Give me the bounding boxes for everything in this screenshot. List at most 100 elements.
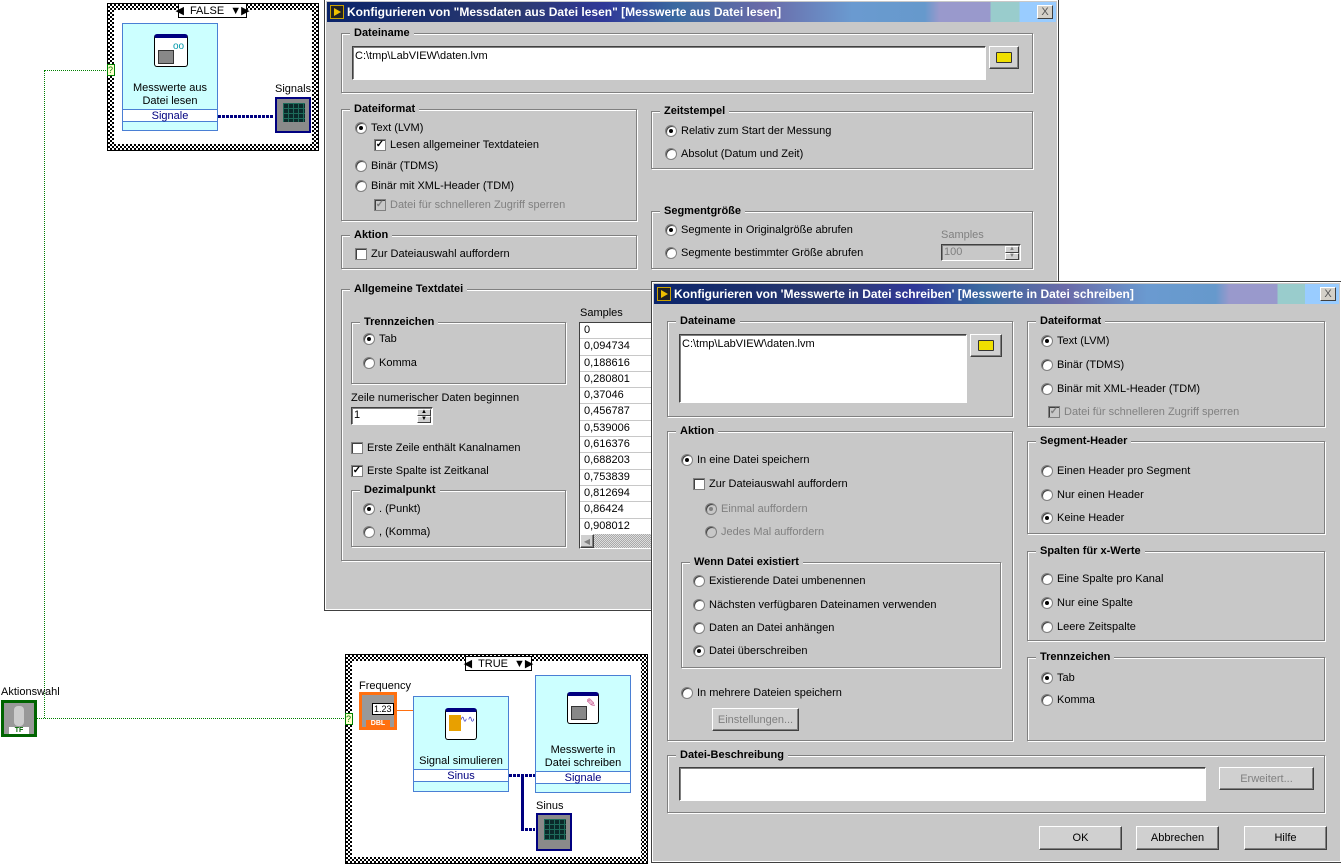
node-input-signale[interactable]: Signale xyxy=(536,771,630,784)
horizontal-scrollbar[interactable]: ◀ xyxy=(580,534,658,548)
checkbox-general-text[interactable]: ✓ Lesen allgemeiner Textdateien xyxy=(374,138,539,152)
help-button[interactable]: Hilfe xyxy=(1244,826,1327,850)
checkbox[interactable] xyxy=(355,248,367,260)
spin-buttons[interactable]: ▲ ▼ xyxy=(417,409,431,423)
ok-button[interactable]: OK xyxy=(1039,826,1122,850)
checkbox-prompt-file[interactable]: Zur Dateiauswahl auffordern xyxy=(693,477,848,491)
radio-binary-tdms[interactable]: Binär (TDMS) xyxy=(355,159,438,173)
case-selector[interactable]: ◀ TRUE ▼▶ xyxy=(464,656,533,671)
radio-column-per-channel[interactable]: Eine Spalte pro Kanal xyxy=(1041,572,1163,586)
radio-button[interactable] xyxy=(693,575,705,587)
radio-button[interactable] xyxy=(1041,512,1053,524)
radio-absolute-time[interactable]: Absolut (Datum und Zeit) xyxy=(665,147,803,161)
browse-button[interactable] xyxy=(989,46,1019,69)
checkbox[interactable]: ✓ xyxy=(351,465,363,477)
radio-header-one[interactable]: Nur einen Header xyxy=(1041,488,1144,502)
radio-punkt[interactable]: . (Punkt) xyxy=(363,502,421,516)
radio-button[interactable] xyxy=(363,503,375,515)
radio-button[interactable] xyxy=(665,247,677,259)
close-button[interactable]: X xyxy=(1320,287,1336,301)
radio-button[interactable] xyxy=(355,160,367,172)
waveform-graph-indicator[interactable] xyxy=(274,96,312,134)
checkbox[interactable] xyxy=(351,442,363,454)
samples-table-cell[interactable]: 0,094734 xyxy=(580,339,658,356)
radio-button[interactable] xyxy=(1041,335,1053,347)
samples-table[interactable]: 0 0,094734 0,188616 0,280801 0,37046 0,456787… xyxy=(579,322,659,549)
radio-button[interactable] xyxy=(1041,383,1053,395)
title-bar[interactable]: Konfigurieren von 'Messwerte in Datei sc… xyxy=(654,284,1339,304)
samples-table-cell[interactable]: 0,688203 xyxy=(580,453,658,470)
radio-button[interactable] xyxy=(363,357,375,369)
browse-button[interactable] xyxy=(970,334,1002,357)
case-structure-false[interactable]: ◀ FALSE ▼▶ ? oo Messwerte aus Datei lesen … xyxy=(107,3,319,151)
radio-button[interactable] xyxy=(1041,597,1053,609)
radio-empty-time-column[interactable]: Leere Zeitspalte xyxy=(1041,620,1136,634)
checkbox-prompt-file[interactable]: Zur Dateiauswahl auffordern xyxy=(355,247,510,261)
dropdown-icon[interactable]: ▼▶ xyxy=(514,657,533,670)
checkbox[interactable]: ✓ xyxy=(374,139,386,151)
radio-overwrite[interactable]: Datei überschreiben xyxy=(693,644,807,658)
node-output-sinus[interactable]: Sinus xyxy=(414,769,508,782)
write-measurements-node[interactable]: ✎ Messwerte in Datei schreiben Signale xyxy=(535,675,631,793)
radio-next-name[interactable]: Nächsten verfügbaren Dateinamen verwende… xyxy=(693,598,936,612)
prev-case-icon[interactable]: ◀ xyxy=(175,4,183,17)
radio-tab[interactable]: Tab xyxy=(363,332,397,346)
radio-button[interactable] xyxy=(1041,694,1053,706)
filename-input[interactable]: C:\tmp\LabVIEW\daten.lvm xyxy=(352,46,986,80)
prev-case-icon[interactable]: ◀ xyxy=(464,657,472,670)
samples-table-cell[interactable]: 0,753839 xyxy=(580,470,658,486)
radio-text-lvm[interactable]: Text (LVM) xyxy=(355,121,423,135)
checkbox[interactable] xyxy=(693,478,705,490)
radio-button[interactable] xyxy=(1041,672,1053,684)
radio-rename[interactable]: Existierende Datei umbenennen xyxy=(693,574,866,588)
radio-komma[interactable]: Komma xyxy=(1041,693,1095,707)
radio-button[interactable] xyxy=(1041,621,1053,633)
samples-table-cell[interactable]: 0,539006 xyxy=(580,421,658,438)
dropdown-icon[interactable]: ▼▶ xyxy=(230,4,249,17)
samples-table-cell[interactable]: 0,188616 xyxy=(580,356,658,372)
radio-button[interactable] xyxy=(665,148,677,160)
filename-input[interactable]: C:\tmp\LabVIEW\daten.lvm xyxy=(679,334,967,403)
radio-button[interactable] xyxy=(355,180,367,192)
radio-button[interactable] xyxy=(363,526,375,538)
radio-one-column[interactable]: Nur eine Spalte xyxy=(1041,596,1133,610)
radio-button[interactable] xyxy=(693,645,705,657)
samples-table-cell[interactable]: 0,812694 xyxy=(580,486,658,503)
radio-single-file[interactable]: In eine Datei speichern xyxy=(681,453,810,467)
radio-button[interactable] xyxy=(665,125,677,137)
radio-button[interactable] xyxy=(355,122,367,134)
aktionswahl-control[interactable]: TF xyxy=(1,700,37,737)
radio-header-each[interactable]: Einen Header pro Segment xyxy=(1041,464,1190,478)
radio-binary-tdms[interactable]: Binär (TDMS) xyxy=(1041,358,1124,372)
close-button[interactable]: X xyxy=(1037,5,1053,19)
radio-button[interactable] xyxy=(693,599,705,611)
title-bar[interactable]: Konfigurieren von "Messdaten aus Datei l… xyxy=(327,2,1056,22)
radio-button[interactable] xyxy=(1041,573,1053,585)
samples-table-cell[interactable]: 0,456787 xyxy=(580,404,658,421)
radio-button[interactable] xyxy=(363,333,375,345)
samples-table-cell[interactable]: 0 xyxy=(580,323,658,340)
simulate-signal-node[interactable]: ∿∿ Signal simulieren Sinus xyxy=(413,696,509,792)
description-input[interactable] xyxy=(679,767,1206,801)
radio-button[interactable] xyxy=(665,224,677,236)
radio-button[interactable] xyxy=(681,454,693,466)
cancel-button[interactable]: Abbrechen xyxy=(1136,826,1219,850)
samples-table-cell[interactable]: 0,86424 xyxy=(580,502,658,519)
radio-button[interactable] xyxy=(1041,465,1053,477)
samples-table-cell[interactable]: 0,908012 xyxy=(580,519,658,535)
case-structure-true[interactable]: ◀ TRUE ▼▶ ? Frequency 1.23 DBL ∿∿ Signal s… xyxy=(345,654,648,864)
radio-append[interactable]: Daten an Datei anhängen xyxy=(693,621,834,635)
radio-tab[interactable]: Tab xyxy=(1041,671,1075,685)
scroll-left-button[interactable]: ◀ xyxy=(580,534,594,548)
radio-binary-tdm[interactable]: Binär mit XML-Header (TDM) xyxy=(1041,382,1200,396)
read-measurements-node[interactable]: oo Messwerte aus Datei lesen Signale xyxy=(122,23,218,131)
samples-table-cell[interactable]: 0,280801 xyxy=(580,372,658,389)
radio-multiple-files[interactable]: In mehrere Dateien speichern xyxy=(681,686,842,700)
case-selector[interactable]: ◀ FALSE ▼▶ xyxy=(175,3,250,18)
radio-button[interactable] xyxy=(681,687,693,699)
checkbox-time-column[interactable]: ✓ Erste Spalte ist Zeitkanal xyxy=(351,464,489,478)
waveform-graph-indicator[interactable] xyxy=(535,812,573,852)
node-output-signale[interactable]: Signale xyxy=(123,109,217,122)
radio-button[interactable] xyxy=(1041,359,1053,371)
radio-binary-tdm[interactable]: Binär mit XML-Header (TDM) xyxy=(355,179,514,193)
